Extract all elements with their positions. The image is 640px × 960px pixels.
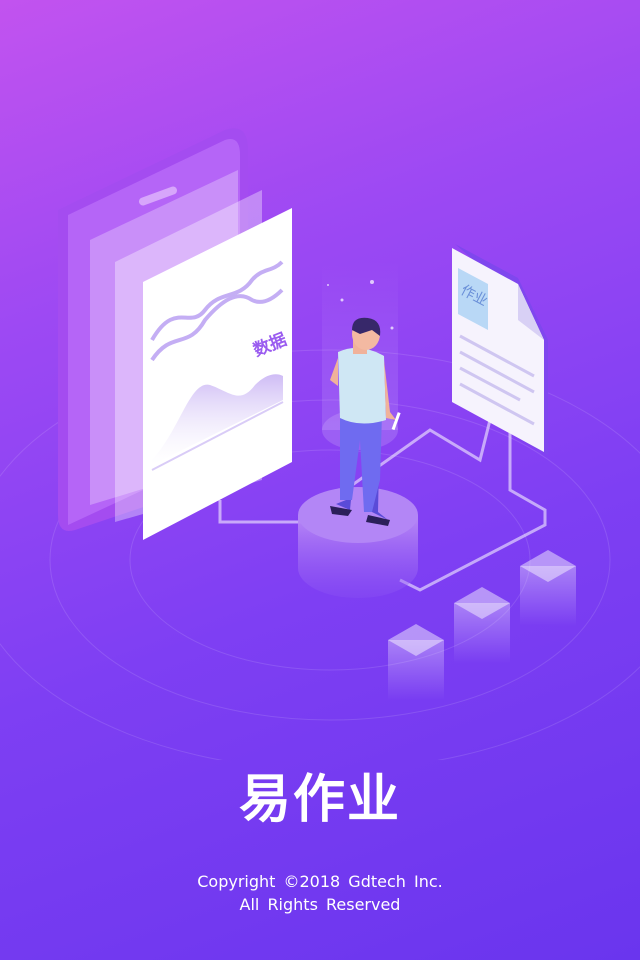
copyright-text: Copyright ©2018 Gdtech Inc. [197,872,443,891]
splash-screen: 数据 作业 易作业 Copyright ©2018 Gdtech Inc. Al… [0,0,640,960]
rights-text: All Rights Reserved [239,895,401,914]
document-card: 作业 [452,244,548,455]
copyright-footer: Copyright ©2018 Gdtech Inc. All Rights R… [0,870,640,916]
app-logo: 易作业 [0,768,640,832]
app-name: 易作业 [238,770,401,830]
hero-illustration: 数据 作业 [0,128,640,760]
